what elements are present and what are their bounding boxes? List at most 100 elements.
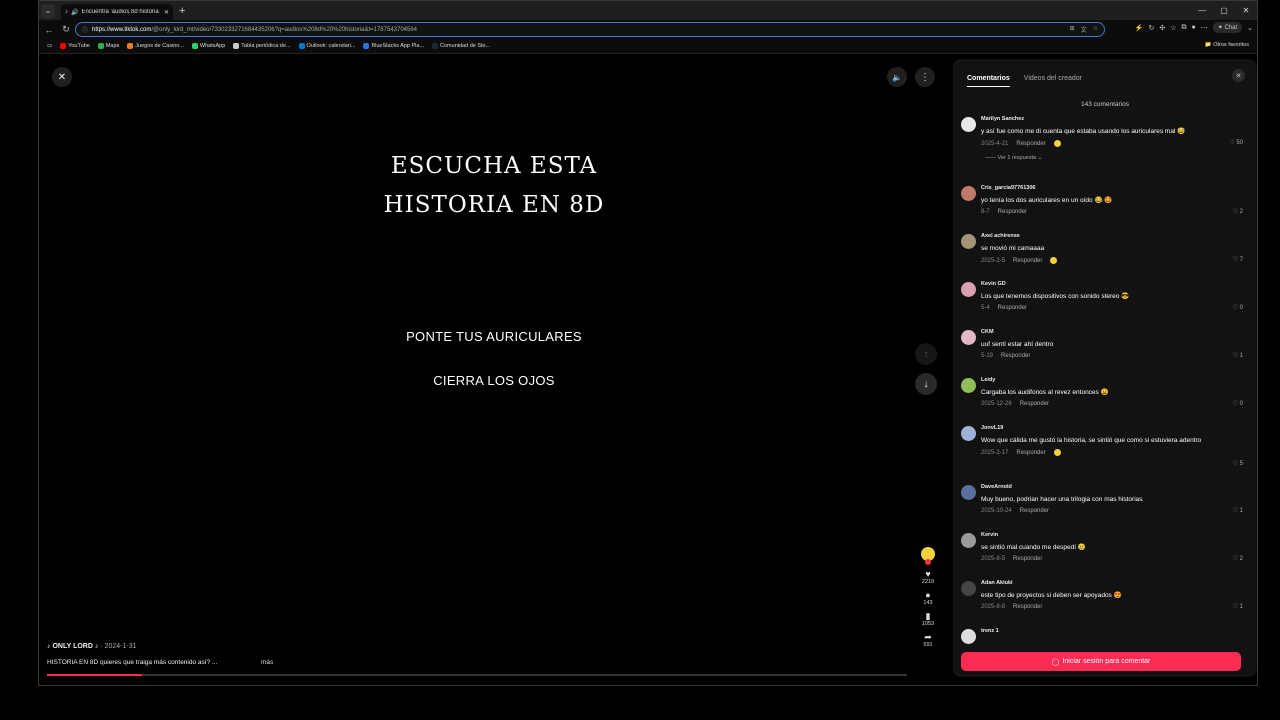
- avatar[interactable]: [961, 533, 976, 548]
- comment-like[interactable]: ♡ 2: [1233, 208, 1243, 215]
- bookmark-item[interactable]: Comunidad de Ste...: [432, 43, 490, 49]
- reply-button[interactable]: Responder: [1016, 141, 1045, 147]
- reply-button[interactable]: Responder: [1001, 353, 1030, 359]
- next-video-button[interactable]: ↓: [915, 373, 937, 395]
- collections-icon[interactable]: ⧉: [1182, 24, 1187, 32]
- bookmark-item[interactable]: Outlook: calendari...: [298, 43, 355, 49]
- bookmark-item[interactable]: BlueStacks App Pla...: [363, 43, 424, 49]
- comment-author[interactable]: DaveArnold: [981, 484, 1243, 490]
- reply-button[interactable]: Responder: [998, 209, 1027, 215]
- tab-search-button[interactable]: ⌄: [41, 3, 55, 18]
- share-action[interactable]: ➦ 591: [923, 632, 932, 648]
- comment-author[interactable]: Kervin: [981, 532, 1243, 538]
- volume-button[interactable]: 🔈: [887, 67, 907, 87]
- close-tab-icon[interactable]: ✕: [164, 9, 169, 16]
- browser-window: ⌄ ♪ 🔊 Encuentra 'audios 8d historia ✕ + …: [38, 0, 1258, 686]
- more-link[interactable]: más: [261, 659, 273, 666]
- extension-icon[interactable]: ⚡: [1135, 24, 1144, 32]
- bookmark-star-icon[interactable]: ☆: [1093, 25, 1098, 34]
- follow-plus-icon[interactable]: [925, 559, 931, 565]
- more-options-button[interactable]: ⋮: [915, 67, 935, 87]
- view-replies-link[interactable]: —— Ver 1 respuesta ⌄: [985, 155, 1243, 161]
- reply-button[interactable]: Responder: [1016, 450, 1045, 456]
- avatar[interactable]: [961, 117, 976, 132]
- tab-creator-videos[interactable]: Videos del creador: [1024, 75, 1082, 87]
- comment-author[interactable]: Kevin GD: [981, 281, 1243, 287]
- comment-like[interactable]: ♡ 0: [1233, 304, 1243, 311]
- comment-author[interactable]: trenz 1: [981, 628, 1243, 634]
- comment-author[interactable]: JonvL19: [981, 425, 1243, 431]
- share-icon: ➦: [924, 632, 932, 642]
- bookmark-item[interactable]: YouTube: [60, 43, 90, 49]
- reply-button[interactable]: Responder: [998, 305, 1027, 311]
- login-to-comment-button[interactable]: ◯ Iniciar sesión para comentar: [961, 652, 1241, 671]
- comment-author[interactable]: CKM: [981, 329, 1243, 335]
- avatar[interactable]: [961, 186, 976, 201]
- avatar[interactable]: [961, 234, 976, 249]
- reply-button[interactable]: Responder: [1013, 258, 1042, 264]
- refresh-extension-icon[interactable]: ↻: [1148, 24, 1154, 32]
- close-panel-button[interactable]: ✕: [1232, 69, 1245, 82]
- site-info-icon[interactable]: ⓘ: [82, 25, 88, 34]
- comment-author[interactable]: Adan Akluki: [981, 580, 1243, 586]
- comment-author[interactable]: Marilyn Sanchez: [981, 116, 1243, 122]
- reply-button[interactable]: Responder: [1020, 401, 1049, 407]
- avatar[interactable]: [961, 282, 976, 297]
- reply-button[interactable]: Responder: [1013, 556, 1042, 562]
- comment-action[interactable]: ● 143: [923, 590, 932, 606]
- comment-like[interactable]: ♡ 50: [1229, 139, 1243, 146]
- address-bar[interactable]: ⓘ https://www.tiktok.com /@only_lord_mt/…: [75, 22, 1105, 37]
- reload-button[interactable]: ↻: [59, 24, 73, 35]
- avatar[interactable]: [961, 330, 976, 345]
- new-tab-button[interactable]: +: [179, 5, 185, 17]
- avatar[interactable]: [961, 581, 976, 596]
- comment-text: este tipo de proyectos si deben ser apoy…: [981, 592, 1122, 599]
- comment-like[interactable]: ♡ 2: [1233, 555, 1243, 562]
- save-action[interactable]: ▮ 1053: [922, 611, 934, 627]
- bookmark-item[interactable]: Maps: [97, 43, 119, 49]
- avatar[interactable]: [961, 378, 976, 393]
- back-button[interactable]: ←: [42, 25, 56, 35]
- bookmark-item[interactable]: Juegos de Casino...: [127, 43, 184, 49]
- video-player[interactable]: ✕ 🔈 ⋮ ESCUCHA ESTA HISTORIA EN 8D PONTE …: [39, 55, 953, 685]
- comment-author[interactable]: Axel achirense: [981, 233, 1243, 239]
- panel-tabs: Comentarios Videos del creador: [967, 75, 1082, 87]
- puzzle-icon[interactable]: ✣: [1159, 24, 1165, 32]
- bookmark-item[interactable]: WhatsApp: [191, 43, 225, 49]
- translate-icon[interactable]: 文: [1081, 25, 1087, 34]
- install-app-icon[interactable]: ⊞: [1070, 25, 1075, 34]
- favorites-icon[interactable]: ☆: [1170, 24, 1176, 32]
- comment-like[interactable]: ♡ 5: [1233, 460, 1243, 467]
- author-name[interactable]: ♪ ONLY LORD ♪: [47, 643, 98, 650]
- menu-icon[interactable]: ⋯: [1201, 24, 1208, 32]
- chevron-down-icon[interactable]: ⌄: [1247, 24, 1253, 32]
- close-video-button[interactable]: ✕: [52, 67, 72, 87]
- tab-active[interactable]: ♪ 🔊 Encuentra 'audios 8d historia ✕: [61, 4, 173, 20]
- minimize-button[interactable]: —: [1191, 6, 1213, 15]
- avatar[interactable]: [961, 485, 976, 500]
- video-progress-bar[interactable]: [47, 674, 907, 676]
- comment-like[interactable]: ♡ 1: [1233, 507, 1243, 514]
- reply-button[interactable]: Responder: [1020, 508, 1049, 514]
- comment-meta: 8-7 Responder: [981, 209, 1243, 215]
- profile-avatar[interactable]: ●: [1192, 24, 1196, 31]
- like-action[interactable]: ♥ 2219: [922, 569, 934, 585]
- comment-author[interactable]: Leidy: [981, 377, 1243, 383]
- comment-like[interactable]: ♡ 1: [1233, 352, 1243, 359]
- comment-like[interactable]: ♡ 1: [1233, 603, 1243, 610]
- tab-comments[interactable]: Comentarios: [967, 75, 1010, 87]
- other-bookmarks[interactable]: 📁 Otros favoritos: [1205, 42, 1249, 48]
- close-window-button[interactable]: ✕: [1235, 6, 1257, 15]
- comment-like[interactable]: ♡ 7: [1233, 256, 1243, 263]
- copilot-chat-button[interactable]: ✦ Chat: [1212, 22, 1243, 33]
- avatar[interactable]: [961, 629, 976, 644]
- reply-button[interactable]: Responder: [1013, 604, 1042, 610]
- creator-avatar[interactable]: [921, 547, 935, 565]
- bookmark-favicon-icon: [60, 43, 67, 49]
- avatar[interactable]: [961, 426, 976, 441]
- bookmark-item[interactable]: Tabla periódica de...: [233, 43, 291, 49]
- maximize-button[interactable]: ▢: [1213, 6, 1235, 15]
- comment-author[interactable]: Cris_garcia97761306: [981, 185, 1243, 191]
- comment-like[interactable]: ♡ 0: [1233, 400, 1243, 407]
- previous-video-button[interactable]: ↑: [915, 343, 937, 365]
